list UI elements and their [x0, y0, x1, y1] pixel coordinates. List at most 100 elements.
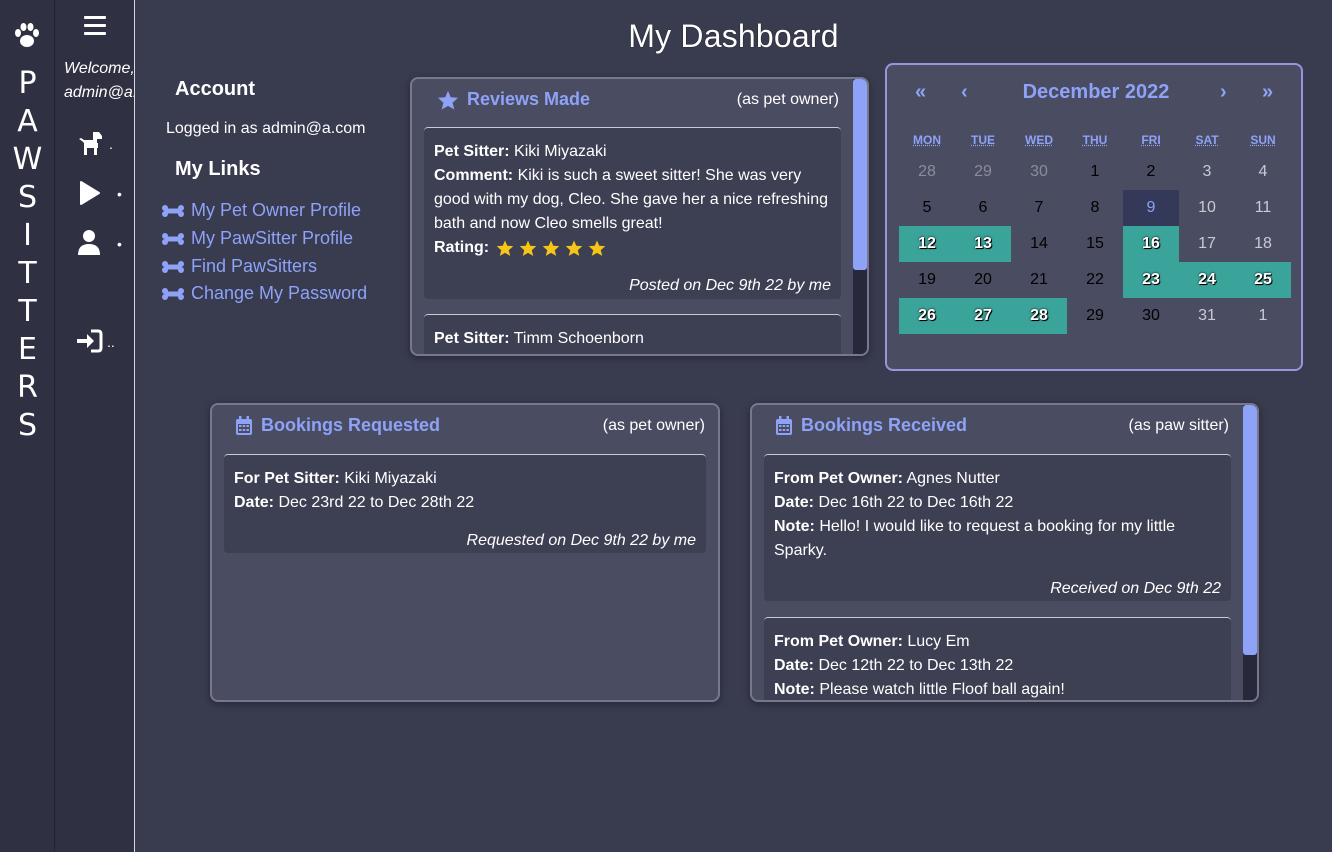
- brand-letter: P: [18, 66, 37, 101]
- logged-in-text: Logged in as admin@a.com: [166, 120, 366, 137]
- booking-owner-name: Agnes Nutter: [906, 470, 1000, 487]
- link-pawsitter-profile[interactable]: My PawSitter Profile: [162, 228, 353, 249]
- nav-dog-label: .: [109, 136, 113, 152]
- booking-date: Dec 12th 22 to Dec 13th 22: [818, 657, 1014, 674]
- calendar-day-booked[interactable]: 16: [1123, 226, 1179, 262]
- link-pet-owner-profile[interactable]: My Pet Owner Profile: [162, 200, 361, 221]
- play-icon[interactable]: [75, 178, 105, 208]
- bookings-received-card: Bookings Received (as paw sitter) From P…: [750, 403, 1259, 702]
- brand-sidebar: P A W S I T T E R S: [0, 0, 55, 852]
- calendar-day[interactable]: 3: [1179, 154, 1235, 190]
- calendar-month-label[interactable]: December 2022: [887, 81, 1305, 104]
- bookings-received-scrollbar[interactable]: [1243, 405, 1257, 700]
- calendar-day[interactable]: 14: [1011, 226, 1067, 262]
- link-change-password[interactable]: Change My Password: [162, 283, 367, 304]
- brand-letter: T: [18, 256, 37, 291]
- calendar-day[interactable]: 28: [899, 154, 955, 190]
- scrollbar-thumb[interactable]: [853, 79, 867, 270]
- hamburger-menu-icon[interactable]: [84, 16, 106, 36]
- link-find-pawsitters[interactable]: Find PawSitters: [162, 256, 317, 277]
- calendar-day[interactable]: 15: [1067, 226, 1123, 262]
- bookings-requested-card: Bookings Requested (as pet owner) For Pe…: [210, 403, 720, 702]
- booking-note: Hello! I would like to request a booking…: [774, 518, 1176, 559]
- calendar-day[interactable]: 21: [1011, 262, 1067, 298]
- calendar-day[interactable]: 22: [1067, 262, 1123, 298]
- sign-in-icon[interactable]: [75, 326, 105, 356]
- calendar-day-booked[interactable]: 27: [955, 298, 1011, 334]
- dog-icon[interactable]: [75, 128, 105, 158]
- card-subtitle: (as pet owner): [602, 417, 705, 434]
- calendar-day-booked[interactable]: 12: [899, 226, 955, 262]
- brand-letter: E: [18, 332, 37, 367]
- my-links-heading: My Links: [175, 158, 261, 180]
- card-header: Reviews Made (as pet owner): [412, 79, 867, 123]
- calendar-day[interactable]: 1: [1235, 298, 1291, 334]
- calendar-day[interactable]: 1: [1067, 154, 1123, 190]
- card-title: Reviews Made: [437, 89, 590, 110]
- brand-letter: I: [23, 218, 32, 253]
- calendar-day-booked[interactable]: 25: [1235, 262, 1291, 298]
- calendar-day-booked[interactable]: 26: [899, 298, 955, 334]
- brand-letter: R: [17, 370, 38, 405]
- calendar-icon: [776, 415, 792, 435]
- calendar-day[interactable]: 31: [1179, 298, 1235, 334]
- calendar-day[interactable]: 5: [899, 190, 955, 226]
- calendar-day-booked[interactable]: 23: [1123, 262, 1179, 298]
- calendar-day[interactable]: 30: [1011, 154, 1067, 190]
- account-heading: Account: [175, 78, 255, 100]
- reviews-scrollbar[interactable]: [853, 79, 867, 354]
- weekday-header: MON: [913, 133, 941, 147]
- calendar-day[interactable]: 29: [1067, 298, 1123, 334]
- brand-letter: S: [17, 408, 38, 443]
- bone-icon: [162, 232, 184, 245]
- weekday-header: TUE: [971, 133, 995, 147]
- link-label: Change My Password: [191, 283, 368, 303]
- brand-letter: S: [17, 180, 38, 215]
- review-rating: Rating:: [434, 236, 831, 260]
- calendar-day[interactable]: 10: [1179, 190, 1235, 226]
- next-month-button[interactable]: ›: [1220, 81, 1227, 104]
- user-icon[interactable]: [75, 228, 105, 258]
- calendar-day[interactable]: 29: [955, 154, 1011, 190]
- nav-sidebar: Welcome, admin@a.com . • • ..: [55, 0, 135, 852]
- calendar-day[interactable]: 11: [1235, 190, 1291, 226]
- scrollbar-thumb[interactable]: [1243, 405, 1257, 655]
- calendar-day[interactable]: 17: [1179, 226, 1235, 262]
- booking-received-item: From Pet Owner: Agnes Nutter Date: Dec 1…: [764, 454, 1231, 601]
- booking-date: Dec 16th 22 to Dec 16th 22: [818, 494, 1014, 511]
- star-icon: [519, 240, 536, 256]
- calendar-day-booked[interactable]: 24: [1179, 262, 1235, 298]
- welcome-line-2: admin@a.com: [64, 84, 135, 101]
- calendar-day[interactable]: 30: [1123, 298, 1179, 334]
- calendar-day-today[interactable]: 9: [1123, 190, 1179, 226]
- calendar-day[interactable]: 4: [1235, 154, 1291, 190]
- calendar-day[interactable]: 20: [955, 262, 1011, 298]
- calendar-day-booked[interactable]: 13: [955, 226, 1011, 262]
- nav-signin-label: ..: [107, 334, 115, 350]
- booking-date: Dec 23rd 22 to Dec 28th 22: [278, 494, 475, 511]
- next-year-button[interactable]: »: [1262, 81, 1273, 104]
- weekday-header: THU: [1082, 133, 1108, 147]
- booking-owner-name: Lucy Em: [907, 633, 970, 650]
- booking-sitter-name: Kiki Miyazaki: [344, 470, 437, 487]
- booking-received-footer: Received on Dec 9th 22: [1050, 580, 1221, 597]
- welcome-text: Welcome, admin@a.com: [64, 57, 135, 105]
- calendar-day[interactable]: 18: [1235, 226, 1291, 262]
- brand-letter: W: [12, 142, 43, 177]
- calendar-day[interactable]: 6: [955, 190, 1011, 226]
- calendar-day[interactable]: 19: [899, 262, 955, 298]
- card-header: Bookings Requested (as pet owner): [212, 405, 718, 449]
- calendar-day-booked[interactable]: 28: [1011, 298, 1067, 334]
- card-title: Bookings Requested: [235, 415, 440, 436]
- welcome-line-1: Welcome,: [64, 60, 135, 77]
- weekday-header: WED: [1025, 133, 1053, 147]
- bone-icon: [162, 204, 184, 217]
- rating-stars: [496, 239, 606, 257]
- link-label: My Pet Owner Profile: [191, 200, 362, 220]
- calendar-day[interactable]: 8: [1067, 190, 1123, 226]
- nav-play-label: •: [117, 186, 122, 202]
- calendar-day[interactable]: 7: [1011, 190, 1067, 226]
- star-icon: [565, 240, 582, 256]
- calendar-day[interactable]: 2: [1123, 154, 1179, 190]
- star-icon: [588, 240, 605, 256]
